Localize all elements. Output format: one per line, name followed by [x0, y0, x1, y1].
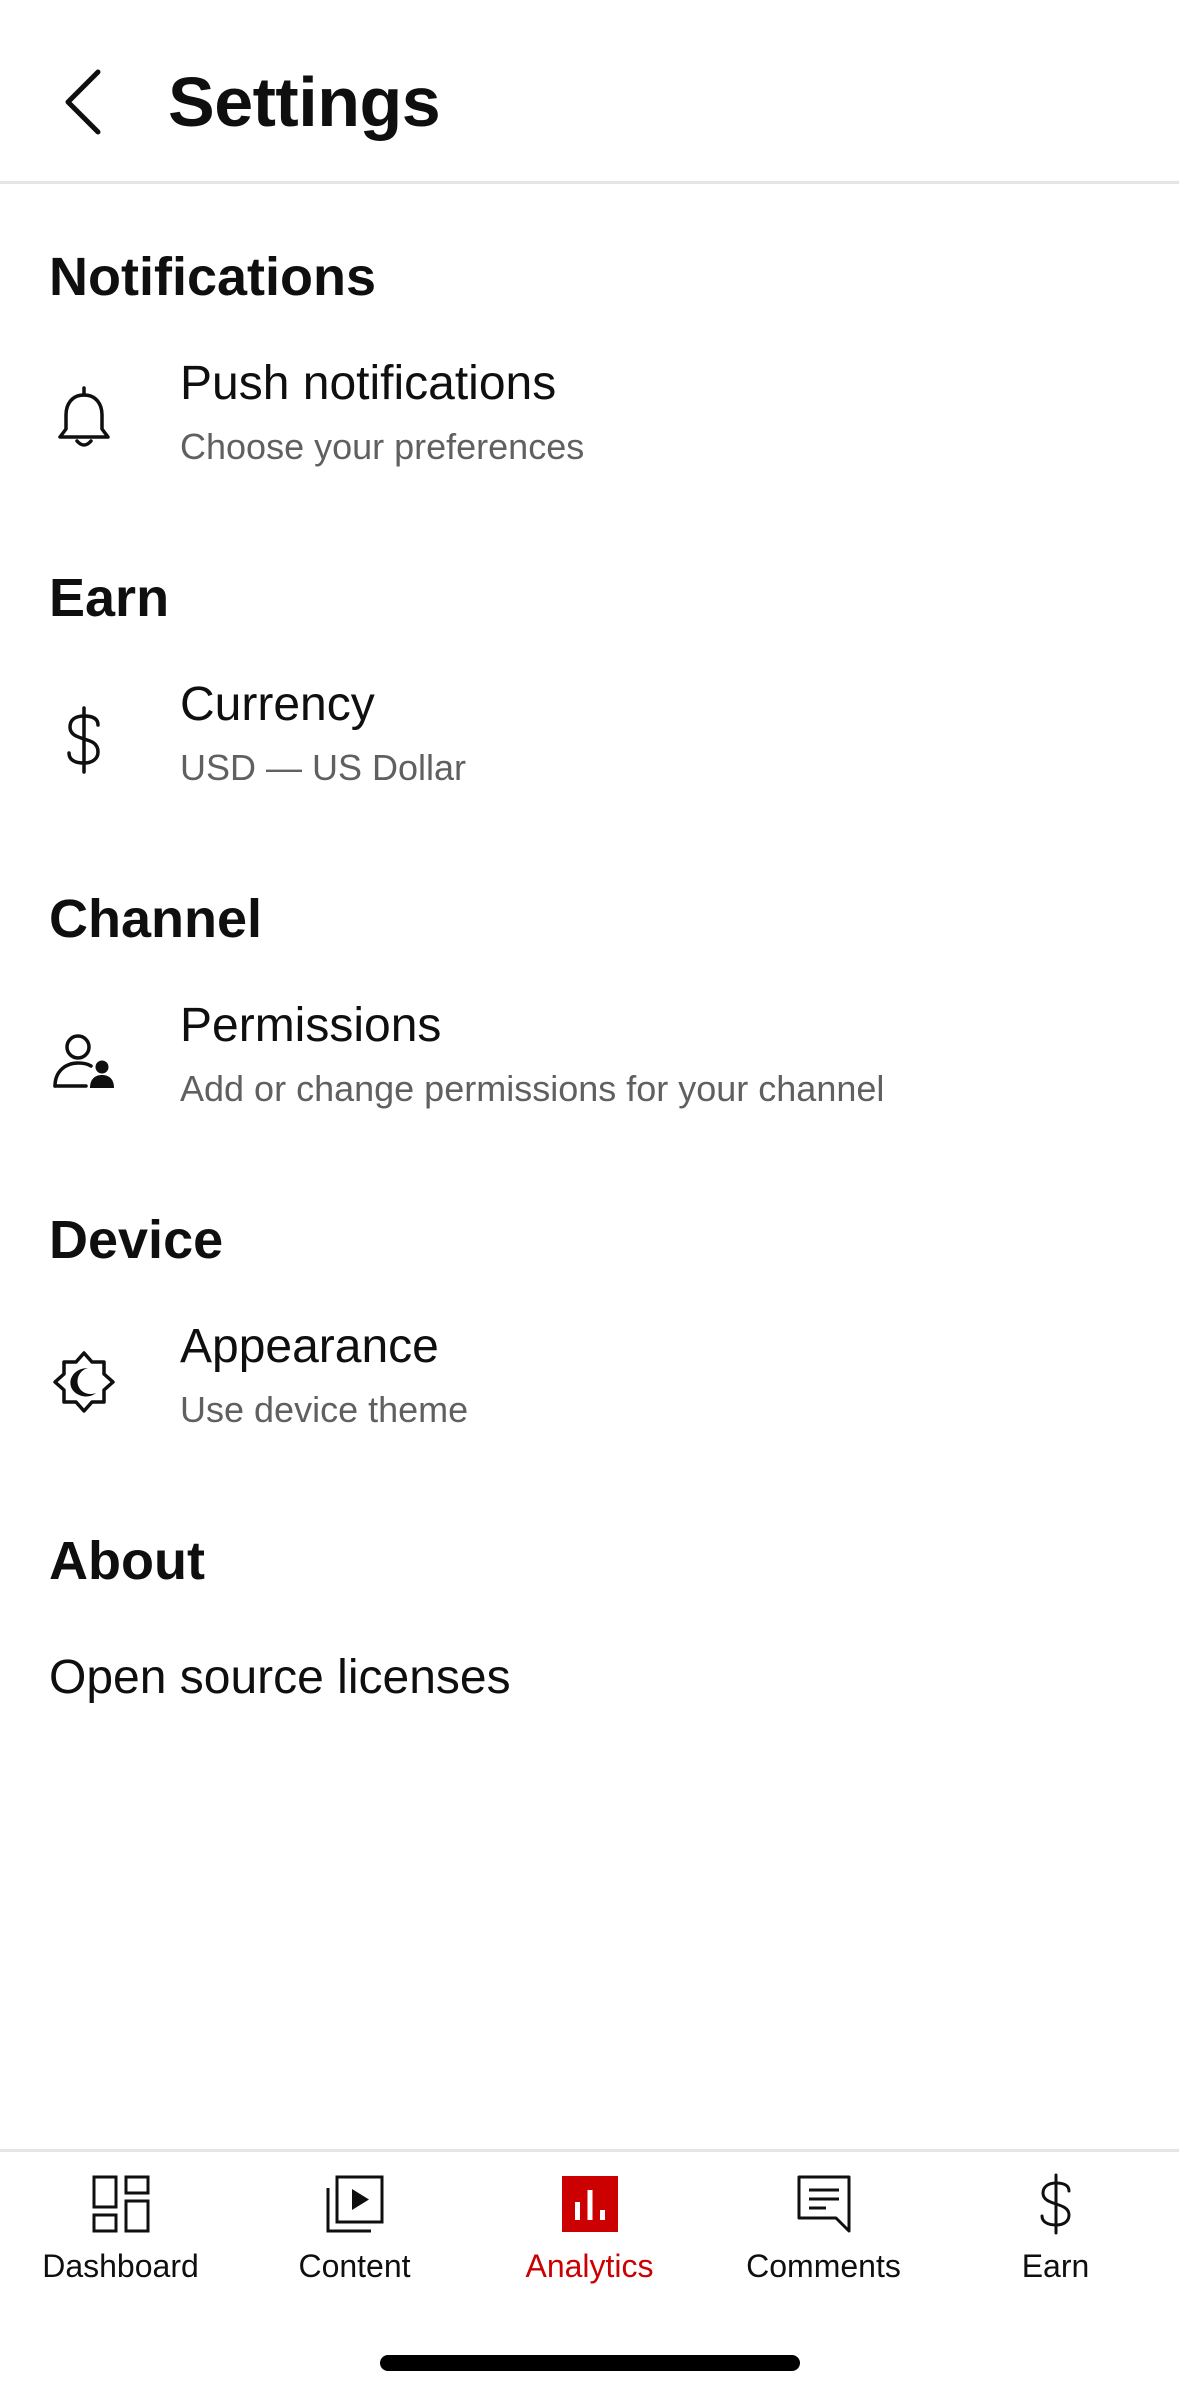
settings-item-currency[interactable]: Currency USD — US Dollar [0, 675, 1179, 825]
settings-item-subtitle: USD — US Dollar [180, 747, 467, 788]
nav-analytics[interactable]: Analytics [472, 2152, 707, 2302]
settings-item-title: Appearance [180, 1320, 439, 1373]
analytics-icon [558, 2172, 622, 2236]
nav-label: Comments [746, 2248, 901, 2284]
section-title-notifications: Notifications [49, 247, 377, 307]
settings-item-title: Currency [180, 678, 375, 731]
content-icon [323, 2172, 387, 2236]
dashboard-icon [89, 2172, 153, 2236]
nav-earn[interactable]: Earn [938, 2152, 1173, 2302]
section-title-device: Device [49, 1210, 224, 1270]
section-title-channel: Channel [49, 889, 263, 949]
dollar-icon [44, 700, 124, 780]
top-app-bar: Settings [0, 0, 1179, 184]
person-permissions-icon [44, 1021, 124, 1101]
settings-item-subtitle: Use device theme [180, 1389, 469, 1430]
home-indicator [380, 2355, 800, 2371]
nav-label: Earn [1021, 2248, 1090, 2284]
section-title-about: About [49, 1531, 205, 1591]
section-title-earn: Earn [49, 568, 170, 628]
nav-comments[interactable]: Comments [706, 2152, 941, 2302]
settings-item-title: Permissions [180, 999, 442, 1052]
nav-dashboard[interactable]: Dashboard [3, 2152, 238, 2302]
nav-label: Analytics [525, 2248, 654, 2284]
settings-item-title: Push notifications [180, 357, 557, 410]
back-button[interactable] [40, 52, 124, 152]
open-source-licenses-link[interactable]: Open source licenses [49, 1646, 511, 1710]
nav-label: Content [298, 2248, 411, 2284]
settings-item-subtitle: Choose your preferences [180, 426, 585, 467]
comments-icon [792, 2172, 856, 2236]
settings-screen: Settings Notifications Push notification… [0, 0, 1179, 2396]
chevron-left-icon [65, 69, 101, 135]
page-title: Settings [168, 63, 441, 141]
nav-content[interactable]: Content [237, 2152, 472, 2302]
dollar-icon [1024, 2172, 1088, 2236]
settings-item-permissions[interactable]: Permissions Add or change permissions fo… [0, 996, 1179, 1146]
settings-item-subtitle: Add or change permissions for your chann… [180, 1068, 885, 1109]
settings-item-appearance[interactable]: Appearance Use device theme [0, 1317, 1179, 1467]
theme-icon [44, 1342, 124, 1422]
bell-icon [44, 379, 124, 459]
settings-item-push-notifications[interactable]: Push notifications Choose your preferenc… [0, 354, 1179, 504]
nav-label: Dashboard [42, 2248, 199, 2284]
